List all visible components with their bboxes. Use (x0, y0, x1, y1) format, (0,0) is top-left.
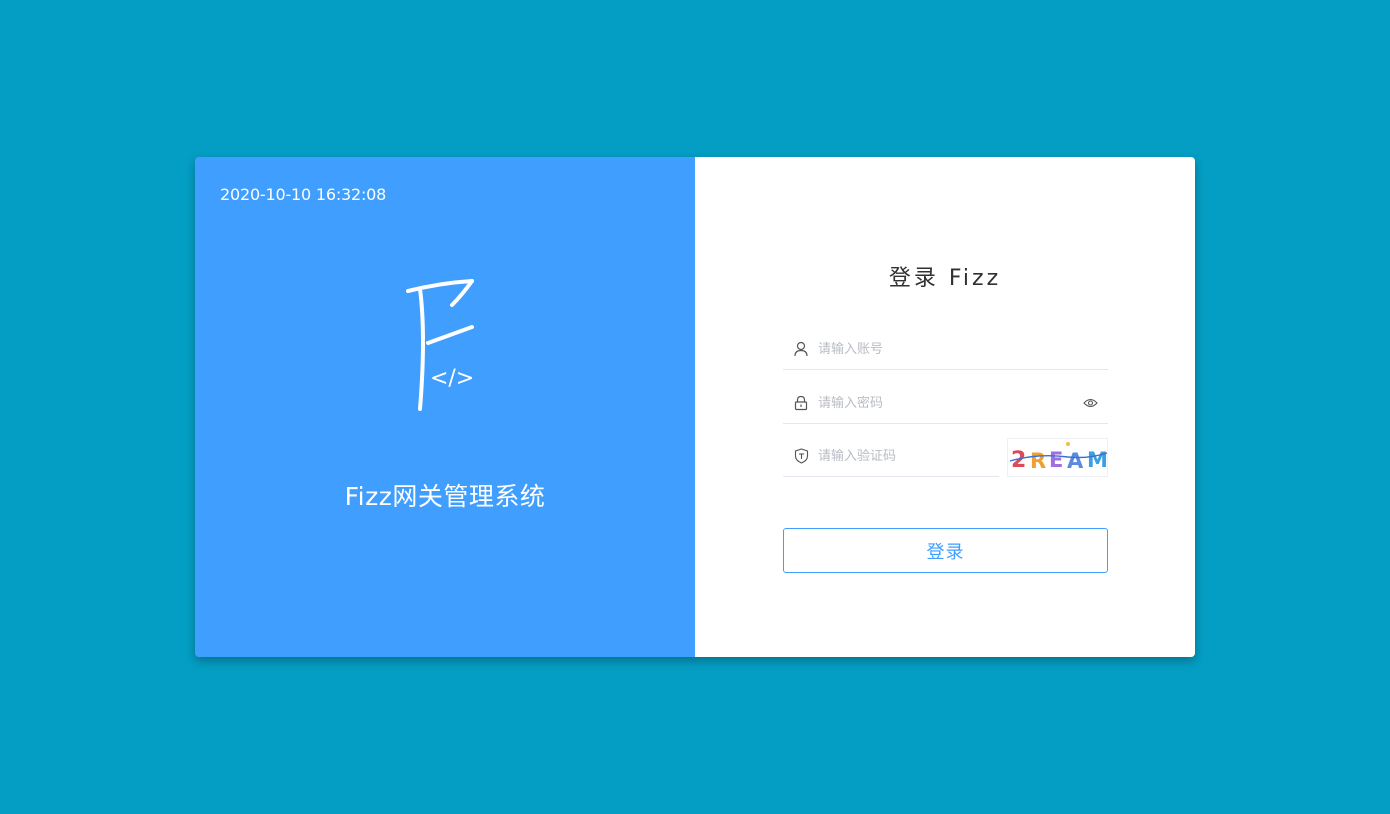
system-title: Fizz网关管理系统 (344, 482, 546, 511)
lock-icon (792, 394, 810, 412)
password-field (783, 383, 1108, 424)
svg-text:A: A (1067, 449, 1084, 473)
login-panel: 登录 Fizz 请输入账号 请输入验证码 2 R E A M 登录 (695, 157, 1195, 657)
eye-icon[interactable] (1082, 395, 1098, 411)
login-title: 登录 Fizz (888, 266, 1002, 291)
shield-icon (792, 447, 810, 465)
current-datetime: 2020-10-10 16:32:08 (220, 185, 387, 204)
username-input[interactable] (818, 334, 1108, 364)
login-card: 2020-10-10 16:32:08 </> Fizz网关管理系统 登录 Fi… (195, 157, 1195, 657)
login-page: 2020-10-10 16:32:08 </> Fizz网关管理系统 登录 Fi… (0, 0, 1390, 814)
svg-text:E: E (1049, 448, 1063, 472)
fizz-logo: </> (406, 279, 474, 411)
username-field (783, 329, 1108, 370)
brand-panel: 2020-10-10 16:32:08 </> Fizz网关管理系统 (195, 157, 695, 657)
user-icon (792, 340, 810, 358)
captcha-image[interactable]: 2 R E A M (1007, 438, 1108, 477)
login-button[interactable]: 登录 (783, 528, 1108, 573)
captcha-field (783, 436, 999, 477)
logo-code-text: </> (430, 366, 474, 391)
captcha-input[interactable] (818, 441, 999, 471)
svg-text:M: M (1087, 448, 1107, 472)
svg-text:R: R (1030, 449, 1046, 473)
password-input[interactable] (818, 388, 1082, 418)
